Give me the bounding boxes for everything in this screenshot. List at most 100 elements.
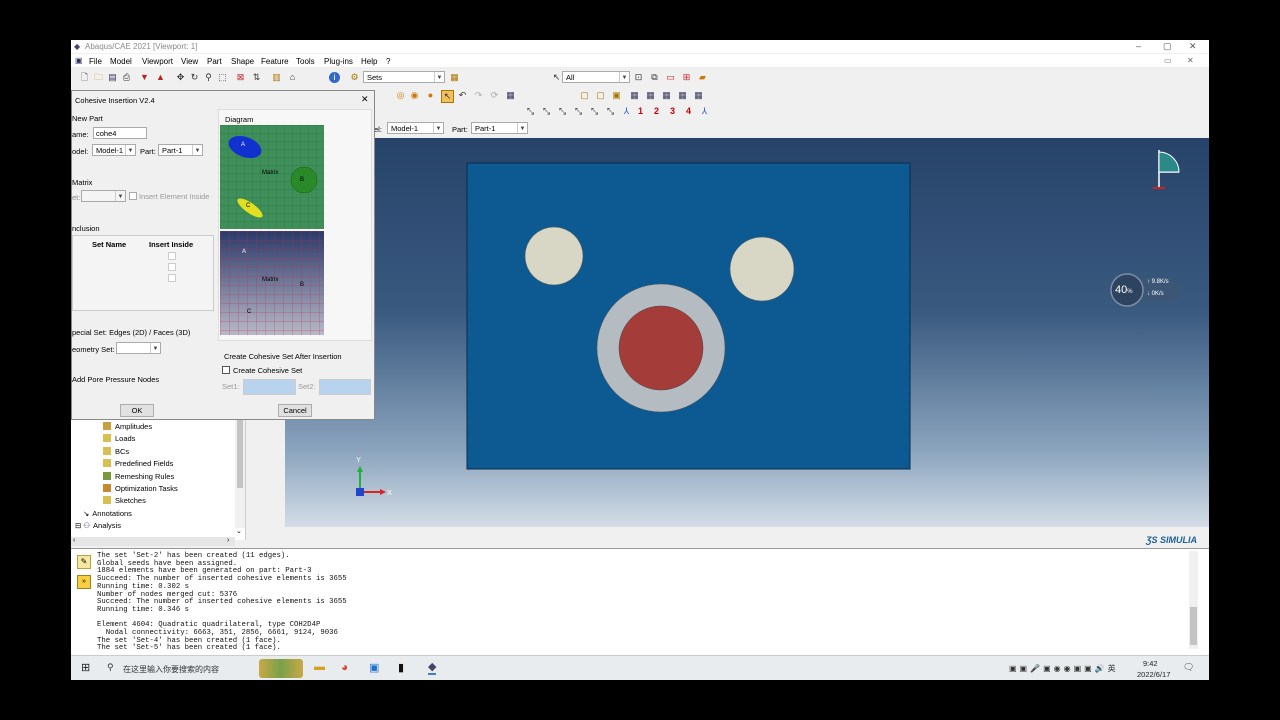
cycle-views-icon[interactable]: ⇅ <box>251 72 262 83</box>
inclusion-right[interactable] <box>729 236 795 302</box>
menu-help[interactable]: Help <box>361 57 377 66</box>
rotate-icon[interactable]: ↻ <box>189 72 200 83</box>
restore-doc-icon[interactable]: ▭ <box>1164 56 1172 65</box>
dialog-close-button[interactable]: ✕ <box>361 94 369 105</box>
view-back-icon[interactable]: ▢ <box>595 90 606 101</box>
view-xy-icon[interactable]: ⤡ <box>573 106 584 117</box>
view-reset-icon[interactable]: ⅄ <box>699 106 710 117</box>
sets-icon[interactable]: ⚙ <box>349 72 360 83</box>
menu-shape[interactable]: Shape <box>231 57 254 66</box>
view-1-button[interactable]: 1 <box>635 106 646 117</box>
view-z-icon[interactable]: ⤡ <box>557 106 568 117</box>
redo-icon[interactable]: ↷ <box>473 90 484 101</box>
set1-input[interactable] <box>243 379 296 395</box>
message-scrollbar[interactable] <box>1189 551 1198 649</box>
insert-element-inside-checkbox[interactable] <box>129 192 137 200</box>
chrome-icon[interactable]: ◕ <box>341 660 348 674</box>
pore-pressure-label[interactable]: Add Pore Pressure Nodes <box>72 375 159 384</box>
windows-start-icon[interactable]: ⊞ <box>81 661 90 674</box>
view-y-icon[interactable]: ⤡ <box>541 106 552 117</box>
tree-scrollbar-thumb[interactable] <box>237 420 243 488</box>
pan-icon[interactable]: ✥ <box>175 72 186 83</box>
close-button[interactable]: ✕ <box>1189 41 1197 52</box>
import-icon[interactable]: ▼ <box>139 72 150 83</box>
select-box-icon[interactable]: ▭ <box>665 72 676 83</box>
view-options-icon[interactable]: ▦ <box>693 90 704 101</box>
save-icon[interactable]: ▤ <box>107 72 118 83</box>
menu-view[interactable]: View <box>181 57 198 66</box>
view-yz-icon[interactable]: ⤡ <box>589 106 600 117</box>
view-mesh-icon[interactable]: ▦ <box>629 90 640 101</box>
display-group-icon[interactable]: ▦ <box>449 72 460 83</box>
taskbar-search-input[interactable]: 在这里输入你要搜索的内容 <box>123 664 219 675</box>
context-model-combo[interactable]: Model-1 ▼ <box>387 122 444 134</box>
tree-item-amplitudes[interactable]: Amplitudes <box>103 422 152 431</box>
render-icon[interactable]: ⌂ <box>287 72 298 83</box>
clock-date[interactable]: 2022/6/17 <box>1137 670 1170 679</box>
auto-fit-icon[interactable]: ⊠ <box>235 72 246 83</box>
menu-feature[interactable]: Feature <box>261 57 289 66</box>
tree-item-analysis[interactable]: ⊟ ⚇ Analysis <box>75 521 121 530</box>
menu-model[interactable]: Model <box>110 57 132 66</box>
part-name-input[interactable]: cohe4 <box>93 127 147 139</box>
tree-item-predefined-fields[interactable]: Predefined Fields <box>103 459 173 468</box>
notification-icon[interactable]: 🗨 <box>1183 662 1194 673</box>
ok-button[interactable]: OK <box>120 404 154 417</box>
select-layers-icon[interactable]: ⧉ <box>649 72 660 83</box>
context-part-combo[interactable]: Part-1 ▼ <box>471 122 528 134</box>
render-style-icon[interactable]: ◎ <box>395 90 406 101</box>
message-scrollbar-thumb[interactable] <box>1190 607 1197 645</box>
viewport[interactable]: Y X 40% ↑ 9.8K/s ↓ 0K/s <box>285 138 1209 527</box>
info-icon[interactable]: i <box>329 72 340 83</box>
create-cohesive-set-checkbox[interactable] <box>222 366 230 374</box>
tree-item-optimization-tasks[interactable]: Optimization Tasks <box>103 484 178 493</box>
news-widget-icon[interactable] <box>259 659 303 678</box>
view-shaded-icon[interactable]: ▦ <box>677 90 688 101</box>
select-option-icon[interactable]: ⊡ <box>633 72 644 83</box>
view-axes-icon[interactable]: ⅄ <box>621 106 632 117</box>
export-icon[interactable]: ▲ <box>155 72 166 83</box>
scroll-left-icon[interactable]: ‹ <box>73 537 75 544</box>
dialog-part-combo[interactable]: Part-1 ▼ <box>158 144 203 156</box>
tree-item-bcs[interactable]: BCs <box>103 447 129 456</box>
grid-icon[interactable]: ▦ <box>505 90 516 101</box>
terminal-icon[interactable]: ▮ <box>398 661 404 674</box>
selection-filter-combo[interactable]: All ▼ <box>562 71 630 83</box>
view-front-icon[interactable]: ▢ <box>579 90 590 101</box>
scroll-right-icon[interactable]: › <box>227 537 229 544</box>
tree-scrollbar[interactable]: ⌄ <box>235 420 245 535</box>
magnify-icon[interactable]: ⚲ <box>203 72 214 83</box>
select-mode-icon[interactable]: ▰ <box>697 72 708 83</box>
menu-plugins[interactable]: Plug-ins <box>324 57 353 66</box>
close-doc-icon[interactable]: ✕ <box>1187 56 1194 65</box>
tree-item-sketches[interactable]: Sketches <box>103 496 146 505</box>
select-arrow-icon[interactable]: ↖ <box>551 72 562 83</box>
minimize-button[interactable]: – <box>1136 41 1141 51</box>
print-icon[interactable]: ⎙ <box>121 72 132 83</box>
geometry-set-combo[interactable]: ▼ <box>116 342 161 354</box>
fiber-core[interactable] <box>618 305 704 391</box>
inclusion-left[interactable] <box>524 226 584 286</box>
tree-item-annotations[interactable]: ↘ Annotations <box>83 509 132 518</box>
view-2-button[interactable]: 2 <box>651 106 662 117</box>
set2-input[interactable] <box>319 379 371 395</box>
view-iso-icon[interactable]: ▣ <box>611 90 622 101</box>
menu-whatsthis[interactable]: ? <box>386 57 390 66</box>
photos-icon[interactable]: ▣ <box>369 661 379 674</box>
sphere-icon[interactable]: ● <box>425 90 436 101</box>
pointer-tool-icon[interactable]: ↖ <box>441 90 454 103</box>
menu-viewport[interactable]: Viewport <box>142 57 173 66</box>
view-x-icon[interactable]: ⤡ <box>525 106 536 117</box>
select-edges-icon[interactable]: ⊞ <box>681 72 692 83</box>
undo-icon[interactable]: ↶ <box>457 90 468 101</box>
insert-inside-checkbox-1[interactable] <box>168 252 176 260</box>
insert-inside-checkbox-2[interactable] <box>168 263 176 271</box>
refresh-icon[interactable]: ⟳ <box>489 90 500 101</box>
menu-file[interactable]: File <box>89 57 102 66</box>
view-hidden-icon[interactable]: ▦ <box>661 90 672 101</box>
abaqus-taskbar-icon[interactable]: ◆ <box>428 660 437 675</box>
zoom-box-icon[interactable]: ⬚ <box>217 72 228 83</box>
open-folder-icon[interactable]: 🗀 <box>93 72 104 83</box>
insert-inside-checkbox-3[interactable] <box>168 274 176 282</box>
python-console-icon[interactable]: » <box>77 575 91 589</box>
